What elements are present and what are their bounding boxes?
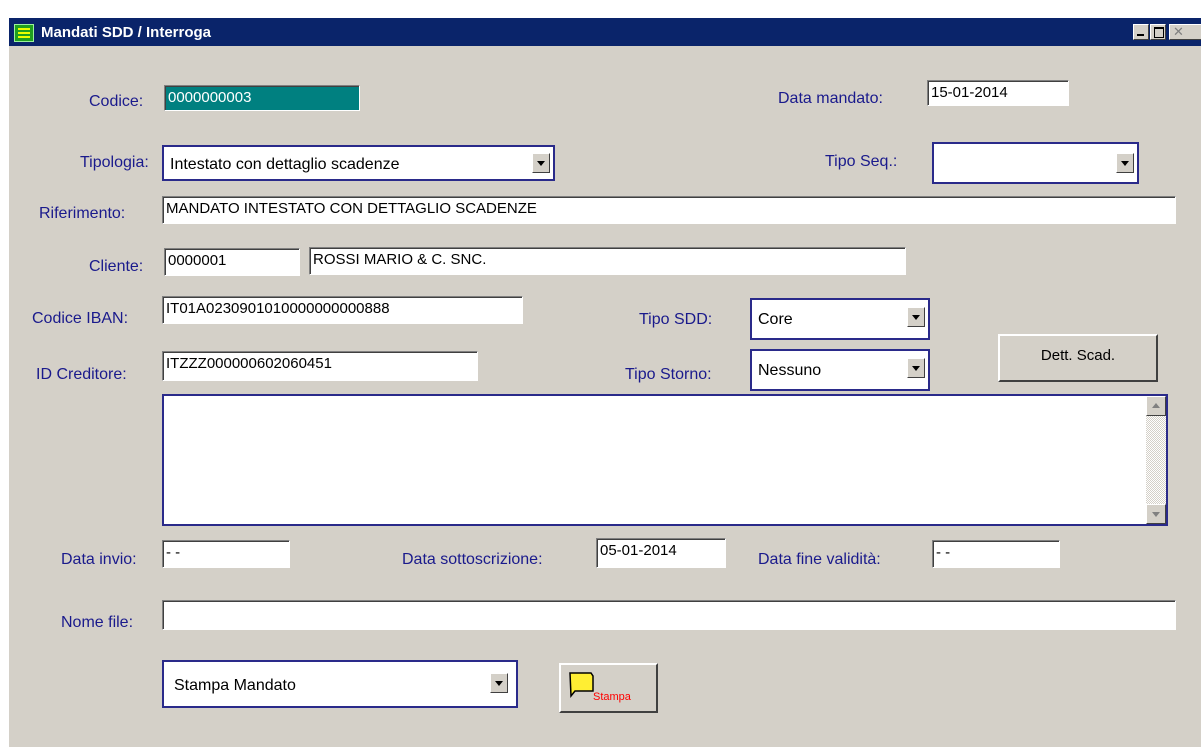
data-fine-validita-field[interactable]: - - (932, 540, 1060, 568)
stampa-select[interactable]: Stampa Mandato (162, 660, 518, 708)
data-sottoscrizione-field[interactable]: 05-01-2014 (596, 538, 726, 568)
tipo-seq-label: Tipo Seq.: (825, 153, 898, 170)
tipo-storno-value: Nessuno (758, 362, 822, 379)
data-mandato-field[interactable]: 15-01-2014 (927, 80, 1069, 106)
stampa-button[interactable]: Stampa (559, 663, 658, 713)
codice-field[interactable]: 0000000003 (164, 85, 360, 111)
maximize-icon (1154, 27, 1164, 38)
stampa-select-value: Stampa Mandato (174, 677, 296, 694)
data-sottoscrizione-label: Data sottoscrizione: (402, 551, 543, 568)
chevron-down-icon[interactable] (907, 358, 925, 378)
minimize-button[interactable] (1133, 24, 1149, 40)
tipo-storno-select[interactable]: Nessuno (750, 349, 930, 391)
mandati-window: Mandati SDD / Interroga ✕ (8, 18, 1201, 747)
close-icon: ✕ (1173, 24, 1184, 39)
codice-iban-field[interactable]: IT01A0230901010000000000888 (162, 296, 523, 324)
scroll-down-icon[interactable] (1146, 504, 1166, 524)
nome-file-label: Nome file: (61, 614, 134, 631)
data-invio-label: Data invio: (61, 551, 137, 568)
chevron-down-icon[interactable] (907, 307, 925, 327)
notes-textarea[interactable] (162, 394, 1168, 526)
codice-iban-label: Codice IBAN: (32, 310, 129, 327)
tipologia-label: Tipologia: (80, 154, 149, 171)
notes-scrollbar[interactable] (1146, 396, 1166, 524)
close-button[interactable]: ✕ (1169, 24, 1201, 40)
window-title: Mandati SDD / Interroga (41, 24, 212, 41)
tipo-sdd-select[interactable]: Core (750, 298, 930, 340)
chevron-down-icon[interactable] (532, 153, 550, 173)
tipo-sdd-label: Tipo SDD: (639, 311, 713, 328)
title-bar: Mandati SDD / Interroga ✕ (9, 18, 1201, 46)
cliente-label: Cliente: (89, 258, 144, 275)
data-fine-validita-label: Data fine validità: (758, 551, 881, 568)
riferimento-field[interactable]: MANDATO INTESTATO CON DETTAGLIO SCADENZE (162, 196, 1176, 224)
data-invio-field[interactable]: - - (162, 540, 290, 568)
nome-file-field[interactable] (162, 600, 1176, 630)
codice-label: Codice: (89, 93, 144, 110)
chevron-down-icon[interactable] (490, 673, 508, 693)
minimize-icon (1137, 34, 1144, 36)
id-creditore-label: ID Creditore: (36, 366, 127, 383)
riferimento-label: Riferimento: (39, 205, 126, 222)
app-icon (14, 24, 34, 42)
tipo-storno-label: Tipo Storno: (625, 366, 712, 383)
cliente-code-field[interactable]: 0000001 (164, 248, 300, 276)
data-mandato-label: Data mandato: (778, 90, 883, 107)
stampa-button-label: Stampa (593, 691, 631, 703)
maximize-button[interactable] (1150, 24, 1166, 40)
chevron-down-icon[interactable] (1116, 153, 1134, 173)
dett-scad-button[interactable]: Dett. Scad. (998, 334, 1158, 382)
tipo-sdd-value: Core (758, 311, 793, 328)
tipologia-value: Intestato con dettaglio scadenze (170, 156, 400, 173)
id-creditore-field[interactable]: ITZZZ000000602060451 (162, 351, 478, 381)
tipologia-select[interactable]: Intestato con dettaglio scadenze (162, 145, 555, 181)
scroll-up-icon[interactable] (1146, 396, 1166, 416)
cliente-name-field[interactable]: ROSSI MARIO & C. SNC. (309, 247, 906, 275)
tipo-seq-select[interactable] (932, 142, 1139, 184)
